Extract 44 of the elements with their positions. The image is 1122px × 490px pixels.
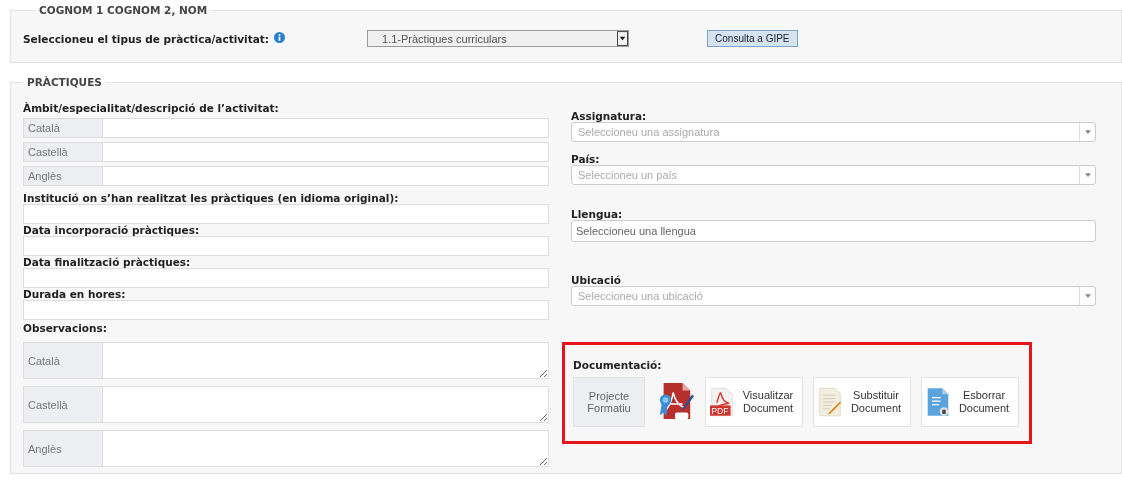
practice-type-label: Seleccioneu el tipus de pràctica/activitat: [23, 32, 270, 45]
language-label: Castellà [23, 142, 103, 162]
language-label: Català [23, 118, 103, 138]
caret-icon [1084, 130, 1091, 134]
input-field[interactable] [23, 204, 549, 224]
field-label: Data finalització pràctiques: [23, 256, 192, 268]
language-label: Anglès [23, 430, 103, 467]
field-label: Assignatura: [571, 110, 648, 122]
document-button[interactable]: Substituir Document [813, 377, 911, 427]
caret-icon [1084, 173, 1091, 177]
field-label: Observacions: [23, 322, 108, 334]
field-label: País: [571, 153, 601, 165]
field-label: Llengua: [571, 208, 624, 220]
document-trash-icon [926, 387, 950, 417]
language-label: Català [23, 342, 103, 379]
input-field[interactable] [23, 300, 549, 320]
input-field[interactable] [103, 118, 549, 138]
document-button[interactable]: Esborrar Document [921, 377, 1019, 427]
student-name: COGNOM 1 COGNOM 2, NOM [38, 4, 209, 16]
text-area[interactable] [103, 386, 549, 423]
language-label: Castellà [23, 386, 103, 423]
document-button[interactable]: PDF Visualitzar Document [705, 377, 803, 427]
pdf-label: PDF [711, 406, 729, 416]
input-field[interactable] [23, 268, 549, 288]
project-button[interactable]: Projecte Formatiu [573, 377, 645, 427]
document-pencil-icon [818, 387, 842, 417]
section-legend: PRÀCTIQUES [23, 77, 106, 88]
field-label: Institució on s’han realitzat les pràctiques (en idioma original): [23, 192, 400, 204]
field-label: Data incorporació pràctiques: [23, 224, 201, 236]
field-label: Documentació: [573, 359, 663, 371]
practice-type-select[interactable]: 1.1-Pràctiques curriculars [367, 30, 630, 47]
input-field[interactable] [23, 236, 549, 256]
gipe-button[interactable]: Consulta a GIPE [707, 30, 798, 47]
input-field[interactable]: Seleccioneu una llengua [571, 220, 1096, 242]
input-field[interactable] [103, 166, 549, 186]
field-label: Durada en hores: [23, 288, 127, 300]
field-label: Ubicació [571, 274, 622, 286]
language-label: Anglès [23, 166, 103, 186]
text-area[interactable] [103, 342, 549, 379]
text-area[interactable] [103, 430, 549, 467]
field-label: Àmbit/especialitat/descripció de l’activitat: [23, 102, 280, 114]
caret-icon [1084, 294, 1091, 298]
input-field[interactable] [103, 142, 549, 162]
info-icon[interactable] [274, 31, 286, 43]
